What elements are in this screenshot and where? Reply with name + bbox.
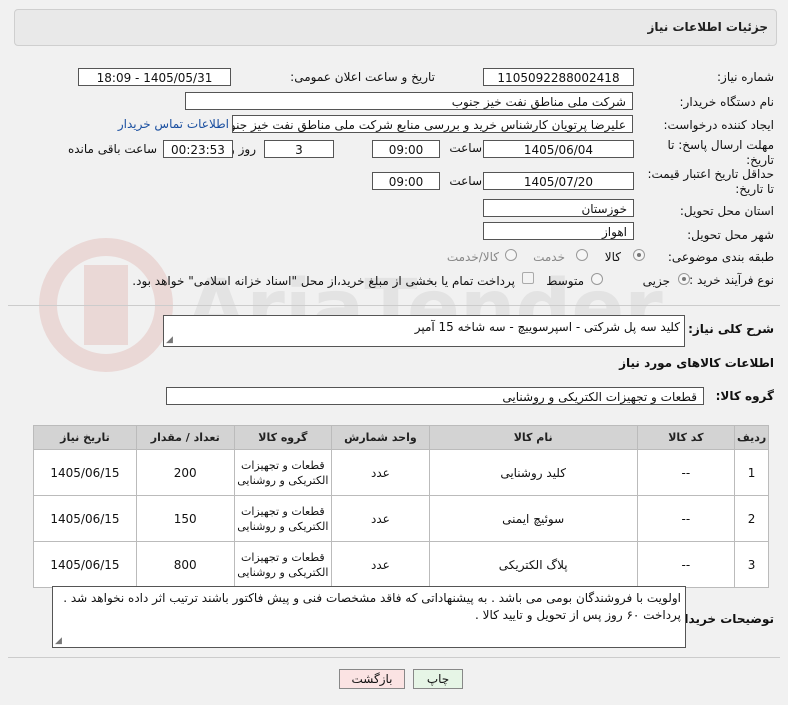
days-remaining-field[interactable]: 3: [264, 140, 334, 158]
row-index: 2: [734, 495, 769, 542]
province-label: استان محل تحویل:: [679, 204, 774, 218]
process-medium-radio[interactable]: [591, 273, 603, 285]
buyer-notes-text: اولویت با فروشندگان بومی می باشد . به پی…: [63, 591, 681, 622]
page-title: جزئیات اطلاعات نیاز: [647, 20, 768, 34]
category-goods-radio[interactable]: [633, 249, 645, 261]
deadline-date-field[interactable]: 1405/06/04: [483, 140, 634, 158]
print-button[interactable]: چاپ: [413, 669, 463, 689]
category-service-label: خدمت: [533, 250, 565, 264]
items-table: ردیف کد کالا نام کالا واحد شمارش گروه کا…: [33, 425, 769, 588]
buyer-field[interactable]: شرکت ملی مناطق نفت خیز جنوب: [185, 92, 633, 110]
summary-label: شرح کلی نیاز:: [688, 322, 774, 336]
time-remaining-label: ساعت باقی مانده: [67, 142, 157, 156]
province-field[interactable]: خوزستان: [483, 199, 634, 217]
deadline-time-label: ساعت: [449, 141, 482, 155]
buyer-notes-field[interactable]: اولویت با فروشندگان بومی می باشد . به پی…: [52, 586, 686, 648]
page-header: جزئیات اطلاعات نیاز: [14, 9, 777, 46]
buyer-label: نام دستگاه خریدار:: [679, 95, 775, 109]
back-button[interactable]: بازگشت: [339, 669, 405, 689]
process-medium-label: متوسط: [546, 274, 584, 288]
goods-section-title: اطلاعات کالاهای مورد نیاز: [619, 356, 774, 370]
col-unit: واحد شمارش: [331, 425, 430, 450]
row-name: کلید روشنایی: [428, 449, 638, 496]
validity-time-field[interactable]: 09:00: [372, 172, 440, 190]
goods-group-label: گروه کالا:: [715, 389, 774, 403]
row-group: قطعات و تجهیزات الکتریکی و روشنایی: [233, 541, 333, 588]
process-minor-radio[interactable]: [678, 273, 690, 285]
footer-divider: [8, 657, 780, 658]
row-group: قطعات و تجهیزات الکتریکی و روشنایی: [233, 495, 333, 542]
row-unit: عدد: [331, 541, 430, 588]
row-index: 3: [734, 541, 769, 588]
row-name: پلاگ الکتریکی: [428, 541, 638, 588]
treasury-payment-checkbox[interactable]: [522, 272, 534, 284]
row-qty: 800: [135, 541, 235, 588]
validity-time-label: ساعت: [449, 174, 482, 188]
validity-label: حداقل تاریخ اعتبار قیمت:: [647, 167, 774, 181]
col-qty: تعداد / مقدار: [135, 425, 235, 450]
announce-field[interactable]: 1405/05/31 - 18:09: [78, 68, 231, 86]
category-both-label: کالا/خدمت: [446, 250, 499, 264]
summary-field[interactable]: کلید سه پل شرکتی - اسپرسوییچ - سه شاخه 1…: [163, 315, 685, 347]
row-code: --: [636, 541, 736, 588]
category-label: طبقه بندی موضوعی:: [667, 250, 774, 264]
deadline-time-field[interactable]: 09:00: [372, 140, 440, 158]
buyer-contact-link[interactable]: اطلاعات تماس خریدار: [118, 117, 229, 131]
process-label: نوع فرآیند خرید :: [689, 273, 774, 287]
col-name: نام کالا: [428, 425, 638, 450]
row-date: 1405/06/15: [33, 541, 137, 588]
section-divider: [8, 305, 780, 306]
city-label: شهر محل تحویل:: [687, 228, 774, 242]
table-header-row: ردیف کد کالا نام کالا واحد شمارش گروه کا…: [33, 425, 769, 450]
need-number-label: شماره نیاز:: [717, 70, 774, 84]
row-unit: عدد: [331, 449, 430, 496]
table-row: 1 -- کلید روشنایی عدد قطعات و تجهیزات ال…: [33, 449, 769, 496]
category-service-radio[interactable]: [576, 249, 588, 261]
resize-grip-icon[interactable]: ◢: [166, 336, 173, 345]
row-qty: 200: [135, 449, 235, 496]
category-both-radio[interactable]: [505, 249, 517, 261]
row-code: --: [636, 449, 736, 496]
row-index: 1: [734, 449, 769, 496]
table-row: 3 -- پلاگ الکتریکی عدد قطعات و تجهیزات ا…: [33, 541, 769, 588]
resize-grip-icon[interactable]: ◢: [55, 637, 62, 646]
row-name: سوئیچ ایمنی: [428, 495, 638, 542]
row-qty: 150: [135, 495, 235, 542]
table-row: 2 -- سوئیچ ایمنی عدد قطعات و تجهیزات الک…: [33, 495, 769, 542]
time-remaining-field[interactable]: 00:23:53: [163, 140, 233, 158]
validity-label-date: تا تاریخ:: [735, 182, 774, 196]
category-goods-label: کالا: [604, 250, 621, 264]
col-group: گروه کالا: [233, 425, 333, 450]
city-field[interactable]: اهواز: [483, 222, 634, 240]
validity-date-field[interactable]: 1405/07/20: [483, 172, 634, 190]
row-date: 1405/06/15: [33, 495, 137, 542]
creator-label: ایجاد کننده درخواست:: [663, 118, 774, 132]
process-minor-label: جزیی: [642, 274, 670, 288]
row-code: --: [636, 495, 736, 542]
row-date: 1405/06/15: [33, 449, 137, 496]
creator-field[interactable]: علیرضا پرتویان کارشناس خرید و بررسی مناب…: [232, 115, 633, 133]
deadline-label: مهلت ارسال پاسخ: تا: [667, 138, 774, 152]
goods-group-field[interactable]: قطعات و تجهیزات الکتریکی و روشنایی: [166, 387, 704, 405]
treasury-payment-note: پرداخت تمام یا بخشی از مبلغ خرید،از محل …: [132, 274, 515, 288]
announce-label: تاریخ و ساعت اعلان عمومی:: [290, 70, 435, 84]
col-index: ردیف: [734, 425, 769, 450]
col-code: کد کالا: [636, 425, 736, 450]
row-unit: عدد: [331, 495, 430, 542]
days-label: روز و: [229, 142, 256, 156]
row-group: قطعات و تجهیزات الکتریکی و روشنایی: [233, 449, 333, 496]
col-date: تاریخ نیاز: [33, 425, 137, 450]
deadline-label-date: تاریخ:: [746, 153, 774, 167]
need-number-field[interactable]: 1105092288002418: [483, 68, 634, 86]
buyer-notes-label: توضیحات خریدار:: [672, 612, 774, 626]
summary-text: کلید سه پل شرکتی - اسپرسوییچ - سه شاخه 1…: [414, 320, 680, 334]
